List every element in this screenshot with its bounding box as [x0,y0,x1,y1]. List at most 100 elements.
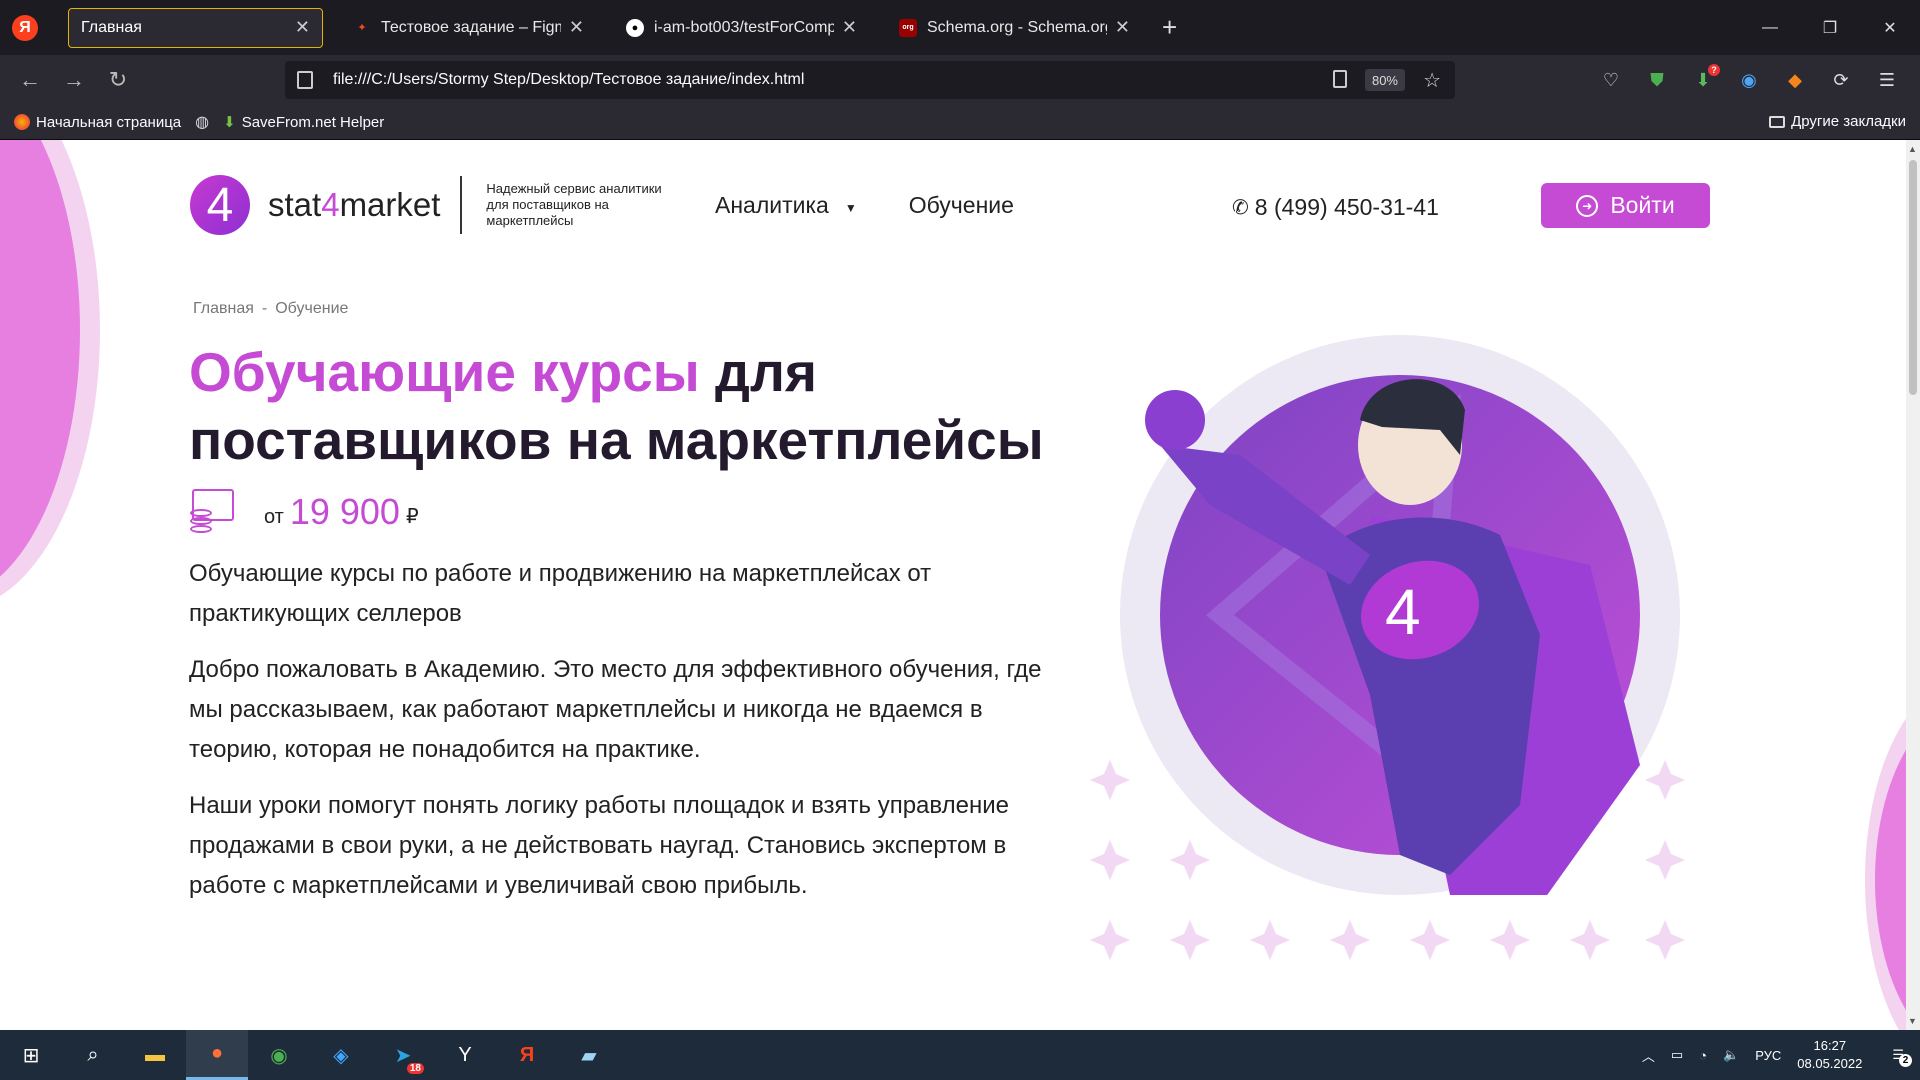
firefox-taskbar-icon[interactable]: ● [186,1030,248,1080]
shield-icon[interactable]: ⛊ [1634,70,1680,91]
yandex-icon[interactable]: Y [434,1030,496,1080]
battery-icon[interactable]: ▭ [1671,1047,1683,1063]
pocket-icon[interactable]: ♡ [1588,70,1634,91]
bookmark-star-icon[interactable]: ☆ [1423,68,1441,93]
windows-start-icon[interactable]: ⊞ [0,1030,62,1080]
nav-bar: ← → ↻ file:///C:/Users/Stormy Step/Deskt… [0,55,1920,105]
download-extension-icon[interactable]: ⬇? [1680,63,1726,91]
input-language[interactable]: РУС [1755,1048,1781,1063]
tab-title: Тестовое задание – Figma [381,18,561,36]
login-button[interactable]: ➜ Войти [1541,183,1710,228]
price-from: от [264,506,284,528]
price-value: 19 900 [289,491,400,532]
close-icon[interactable]: ✕ [842,17,857,38]
page-scrollbar[interactable]: ▲ ▼ [1906,140,1920,1030]
scroll-up-icon[interactable]: ▲ [1908,144,1917,154]
breadcrumb-current: Обучение [275,300,349,317]
firefox-icon [14,114,30,130]
back-icon[interactable]: ← [8,55,52,105]
tab-home[interactable]: Главная ✕ [68,7,323,48]
bookmark-savefrom[interactable]: ⬇ SaveFrom.net Helper [223,113,385,132]
sync-icon[interactable]: ⟳ [1818,70,1864,91]
price-block: от 19 900 ₽ [190,487,419,533]
breadcrumb: Главная - Обучение [193,300,348,318]
metamask-icon[interactable]: ◆ [1772,70,1818,91]
file-explorer-icon[interactable]: ▬ [124,1030,186,1080]
reload-icon[interactable]: ↻ [96,55,140,105]
taskbar: ⊞ ⌕ ▬ ● ◉ ◈ ➤ 18 Y Я ▰ ︿ ▭ ◔ 🔈 РУС 16:27 … [0,1030,1920,1080]
github-icon: ● [626,18,644,37]
telegram-icon[interactable]: ➤ 18 [372,1030,434,1080]
schema-icon: org [899,18,917,37]
chevron-up-icon[interactable]: ︿ [1642,1046,1655,1065]
address-bar[interactable]: file:///C:/Users/Stormy Step/Desktop/Тес… [285,61,1455,99]
close-icon[interactable]: ✕ [295,17,310,38]
menu-label: Аналитика [715,192,829,218]
phone-link[interactable]: ✆ 8 (499) 450-31-41 [1232,194,1439,221]
tab-figma[interactable]: ✦ Тестовое задание – Figma ✕ [341,8,596,48]
bookmark-home[interactable]: Начальная страница [14,114,181,131]
extension-badge: ? [1708,63,1720,76]
tab-github[interactable]: ● i-am-bot003/testForCompany-l ✕ [614,8,869,48]
login-label: Войти [1610,192,1675,218]
scroll-down-icon[interactable]: ▼ [1908,1016,1917,1026]
globe-icon: ◍ [195,114,210,131]
vpn-icon[interactable]: ◉ [1726,70,1772,91]
other-bookmarks[interactable]: Другие закладки [1769,113,1906,130]
site-logo[interactable]: 4 stat4market Надежный сервис аналитики … [190,175,686,235]
logo-divider [460,176,463,234]
page-title: Обучающие курсы для поставщиков на марке… [189,338,1089,474]
tab-title: Главная [81,18,142,36]
extensions: ♡ ⛊ ⬇? ◉ ◆ ⟳ ☰ [1588,55,1910,105]
notification-count: 2 [1899,1054,1912,1067]
chevron-down-icon: ▼ [844,200,857,215]
tab-title: Schema.org - Schema.org [927,18,1107,36]
tab-bar: Я Главная ✕ ✦ Тестовое задание – Figma ✕… [0,0,1920,55]
new-tab-icon[interactable]: + [1162,12,1177,43]
search-icon[interactable]: ⌕ [62,1030,124,1080]
yandex-browser-icon[interactable]: Я [0,0,50,55]
clock-time: 16:27 [1813,1038,1847,1053]
intro-paragraph: Обучающие курсы по работе и продвижению … [189,560,932,627]
bookmark-label: Начальная страница [36,113,182,131]
restore-icon[interactable]: ❐ [1800,0,1860,55]
tab-schema[interactable]: org Schema.org - Schema.org ✕ [887,8,1142,48]
yandex-browser-taskbar-icon[interactable]: Я [496,1030,558,1080]
clock[interactable]: 16:27 08.05.2022 [1797,1037,1862,1073]
volume-icon[interactable]: 🔈 [1723,1047,1739,1063]
web-page: 4 stat4market Надежный сервис аналитики … [0,140,1906,1030]
other-bookmarks-label: Другие закладки [1791,113,1906,130]
wifi-icon[interactable]: ◔ [1699,1048,1707,1063]
savefrom-icon: ⬇ [223,114,236,131]
close-window-icon[interactable]: ✕ [1860,0,1920,55]
notification-icon[interactable]: ☰ 2 [1892,1047,1912,1067]
menu-icon[interactable]: ☰ [1864,70,1910,91]
vscode-icon[interactable]: ◈ [310,1030,372,1080]
window-controls: — ❐ ✕ [1740,0,1920,55]
menu-item-education[interactable]: Обучение [909,192,1014,219]
tab-title: i-am-bot003/testForCompany-l [654,18,834,36]
notepad-icon[interactable]: ▰ [558,1030,620,1080]
menu-item-analytics[interactable]: Аналитика ▼ [715,192,857,219]
breadcrumb-separator: - [261,300,268,317]
file-icon [297,71,313,89]
wallet-coins-icon [190,487,240,533]
zoom-level[interactable]: 80% [1364,69,1405,91]
chrome-icon[interactable]: ◉ [248,1030,310,1080]
breadcrumb-home[interactable]: Главная [193,300,254,317]
bookmark-globe[interactable]: ◍ [195,112,209,132]
minimize-icon[interactable]: — [1740,0,1800,55]
reader-view-icon[interactable] [1333,70,1347,88]
url-text: file:///C:/Users/Stormy Step/Desktop/Тес… [333,71,805,88]
close-icon[interactable]: ✕ [569,17,584,38]
close-icon[interactable]: ✕ [1115,17,1130,38]
title-accent: Обучающие курсы [189,341,700,403]
bookmark-label: SaveFrom.net Helper [241,113,385,131]
scroll-thumb[interactable] [1909,160,1917,395]
logo-tagline: Надежный сервис аналитики для поставщико… [486,181,662,228]
forward-icon[interactable]: → [52,55,96,105]
clock-date: 08.05.2022 [1797,1056,1863,1071]
logo-name: stat4market [268,186,441,223]
lessons-paragraph: Наши уроки помогут понять логику работы … [189,792,1009,899]
bookmarks-bar: Начальная страница ◍ ⬇ SaveFrom.net Help… [0,105,1920,140]
